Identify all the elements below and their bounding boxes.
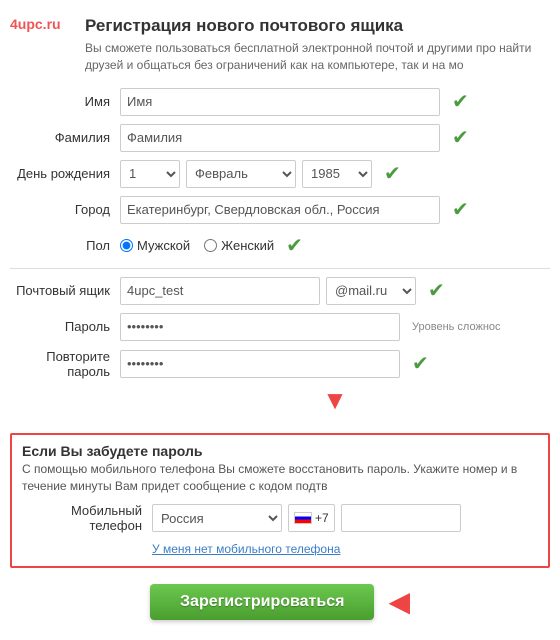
gender-radio-group: Мужской Женский xyxy=(120,238,274,253)
phone-number-input[interactable] xyxy=(341,504,461,532)
registration-form: Имя ✔ Фамилия ✔ День рождения 123 Феврал xyxy=(0,84,560,429)
first-name-input[interactable] xyxy=(120,88,440,116)
header: 4upc.ru Регистрация нового почтового ящи… xyxy=(0,10,560,84)
gender-male-label[interactable]: Мужской xyxy=(120,238,190,253)
password-row: Пароль Уровень сложнос xyxy=(10,313,550,341)
right-arrow-icon: ◀ xyxy=(388,588,410,616)
gender-male-text: Мужской xyxy=(137,238,190,253)
confirm-password-label: Повторите пароль xyxy=(10,349,120,379)
city-label: Город xyxy=(10,202,120,217)
gender-input-area: Мужской Женский ✔ xyxy=(120,233,550,258)
first-name-row: Имя ✔ xyxy=(10,88,550,116)
email-input-area: @mail.ru@inbox.ru@list.ru@bk.ru ✔ xyxy=(120,277,550,305)
first-name-label: Имя xyxy=(10,94,120,109)
email-domain-select[interactable]: @mail.ru@inbox.ru@list.ru@bk.ru xyxy=(326,277,416,305)
last-name-input-area: ✔ xyxy=(120,124,550,152)
birthday-input-area: 123 ФевральЯнварьМарт 198519902000 ✔ xyxy=(120,160,550,188)
first-name-check: ✔ xyxy=(452,89,469,114)
page-title: Регистрация нового почтового ящика xyxy=(85,16,550,36)
recovery-phone-row: Мобильный телефон Россия +7 xyxy=(22,503,538,533)
last-name-row: Фамилия ✔ xyxy=(10,124,550,152)
gender-female-label[interactable]: Женский xyxy=(204,238,274,253)
recovery-phone-input-area: Россия +7 xyxy=(152,504,461,532)
page-subtitle: Вы сможете пользоваться бесплатной элект… xyxy=(85,40,550,74)
page-wrapper: 4upc.ru Регистрация нового почтового ящи… xyxy=(0,0,560,640)
birthday-row: День рождения 123 ФевральЯнварьМарт 1985… xyxy=(10,160,550,188)
gender-female-radio[interactable] xyxy=(204,239,217,252)
gender-check: ✔ xyxy=(286,233,303,258)
email-row: Почтовый ящик @mail.ru@inbox.ru@list.ru@… xyxy=(10,277,550,305)
gender-label: Пол xyxy=(10,238,120,253)
phone-prefix: +7 xyxy=(315,511,329,525)
last-name-input[interactable] xyxy=(120,124,440,152)
down-arrow-indicator: ▼ xyxy=(120,387,550,413)
flag-icon: +7 xyxy=(288,504,335,532)
confirm-password-row: Повторите пароль ✔ xyxy=(10,349,550,379)
logo-link[interactable]: 4upc.ru xyxy=(10,16,61,32)
birthday-year-select[interactable]: 198519902000 xyxy=(302,160,372,188)
gender-row: Пол Мужской Женский ✔ xyxy=(10,232,550,260)
birthday-month-select[interactable]: ФевральЯнварьМарт xyxy=(186,160,296,188)
russia-flag xyxy=(294,512,312,524)
password-label: Пароль xyxy=(10,319,120,334)
birthday-day-select[interactable]: 123 xyxy=(120,160,180,188)
title-area: Регистрация нового почтового ящика Вы см… xyxy=(85,16,550,74)
city-check: ✔ xyxy=(452,197,469,222)
last-name-check: ✔ xyxy=(452,125,469,150)
recovery-phone-label: Мобильный телефон xyxy=(22,503,152,533)
register-button[interactable]: Зарегистрироваться xyxy=(150,584,374,620)
gender-female-text: Женский xyxy=(221,238,274,253)
no-phone-row: У меня нет мобильного телефона xyxy=(22,541,538,556)
email-username-input[interactable] xyxy=(120,277,320,305)
city-input-area: ✔ xyxy=(120,196,550,224)
city-input[interactable] xyxy=(120,196,440,224)
gender-male-radio[interactable] xyxy=(120,239,133,252)
recovery-section: Если Вы забудете пароль С помощью мобиль… xyxy=(10,433,550,569)
email-check: ✔ xyxy=(428,278,445,303)
submit-area: Зарегистрироваться ◀ xyxy=(0,578,560,630)
password-input-area: Уровень сложнос xyxy=(120,313,550,341)
password-input[interactable] xyxy=(120,313,400,341)
country-select[interactable]: Россия xyxy=(152,504,282,532)
last-name-label: Фамилия xyxy=(10,130,120,145)
down-arrow-icon: ▼ xyxy=(322,385,348,415)
recovery-title: Если Вы забудете пароль xyxy=(22,443,202,459)
recovery-description: С помощью мобильного телефона Вы сможете… xyxy=(22,461,538,496)
password-strength-hint: Уровень сложнос xyxy=(412,321,501,333)
birthday-check: ✔ xyxy=(384,161,401,186)
confirm-check: ✔ xyxy=(412,351,429,376)
divider-1 xyxy=(10,268,550,269)
email-label: Почтовый ящик xyxy=(10,283,120,298)
city-row: Город ✔ xyxy=(10,196,550,224)
confirm-password-input[interactable] xyxy=(120,350,400,378)
logo-area: 4upc.ru xyxy=(10,16,85,32)
confirm-password-input-area: ✔ xyxy=(120,350,550,378)
no-phone-link[interactable]: У меня нет мобильного телефона xyxy=(152,542,340,556)
birthday-label: День рождения xyxy=(10,166,120,181)
recovery-header-row: Если Вы забудете пароль xyxy=(22,443,538,459)
first-name-input-area: ✔ xyxy=(120,88,550,116)
